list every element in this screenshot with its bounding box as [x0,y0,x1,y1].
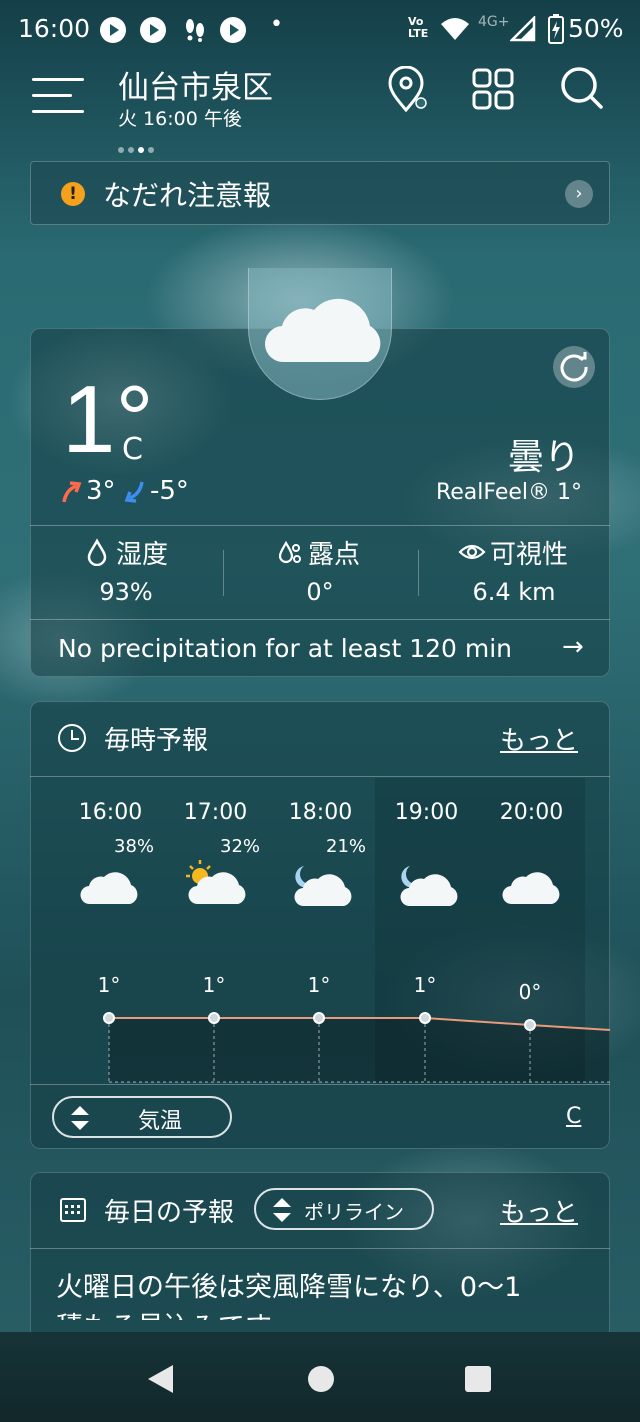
network-type: 4G+ [478,14,510,30]
footprints-icon [186,19,204,42]
chart-metric-label: 気温 [138,1109,183,1134]
humidity-icon [86,538,108,570]
low-temperature: -5° [150,476,189,506]
hour-column[interactable]: 16:00 [58,800,163,825]
hourly-more-link[interactable]: もっと [500,720,578,757]
recents-icon[interactable] [465,1366,491,1392]
dew-point-value: 0° [306,578,334,606]
precipitation-forecast-text[interactable]: No precipitation for at least 120 min [58,634,512,663]
precip-probability: 38% [114,836,155,857]
daily-forecast-title: 毎日の予報 [104,1198,235,1228]
alert-icon: ! [61,182,85,206]
search-icon[interactable] [560,66,604,110]
daily-summary-line: 火曜日の午後は突風降雪になり、0〜1 [56,1272,522,1303]
hour-time: 20:00 [499,800,564,825]
condition-text: 曇り [507,437,580,478]
hourly-forecast-title: 毎時予報 [104,726,209,756]
temperature-point [313,1012,325,1024]
more-notifications-dot: • [270,12,283,37]
visibility-label: 可視性 [490,540,569,570]
divider [30,619,610,620]
signal-icon [510,16,536,42]
refresh-icon[interactable] [553,346,595,388]
hour-column[interactable]: 17:00 [163,800,268,825]
weather-alert-banner[interactable]: ! なだれ注意報 › [30,161,610,225]
visibility-value: 6.4 km [472,578,556,606]
temperature-label: 1° [414,973,437,997]
hourly-temperature-chart: 1° 1° 1° 1° 0° [98,973,610,1083]
daily-summary-line: 積もる見込みです [56,1308,596,1320]
hour-time: 17:00 [183,800,248,825]
divider [30,1248,610,1249]
dew-point-label: 露点 [308,540,361,570]
unit-toggle-link[interactable]: C [566,1104,581,1129]
hour-column[interactable]: 19:00 [374,800,479,825]
temperature-label: 0° [519,980,542,1004]
location-pin-icon[interactable] [386,66,428,114]
divider [30,776,610,777]
cloud-icon [502,872,560,905]
hour-time: 19:00 [394,800,459,825]
grid-icon[interactable] [472,68,514,110]
realfeel-temperature: RealFeel® 1° [435,480,582,505]
hour-time: 18:00 [288,800,353,825]
precip-probability: 21% [326,836,367,857]
chevron-right-icon: › [565,180,593,208]
temperature-unit: C [122,432,143,467]
humidity-label: 湿度 [116,540,169,570]
temperature-label: 1° [98,973,121,997]
temperature-label: 1° [308,973,331,997]
high-temperature: 3° [86,476,116,506]
sort-updown-icon [71,1106,89,1130]
calendar-icon [60,1198,86,1222]
temperature-point [524,1019,536,1031]
sort-updown-icon [273,1198,291,1222]
temperature-point [208,1012,220,1024]
partly-cloudy-night-icon [400,866,458,907]
hour-time: 16:00 [78,800,143,825]
daily-more-link[interactable]: もっと [500,1192,578,1229]
temperature-point [419,1012,431,1024]
youtube-notification-icon [100,17,126,43]
hour-column[interactable]: 20:00 [479,800,584,825]
low-temp-arrow-icon [124,481,144,503]
youtube-notification-icon [140,17,166,43]
battery-charging-icon [548,14,564,44]
temperature-label: 1° [203,973,226,997]
alert-text: なだれ注意報 [103,179,272,212]
local-datetime: 火 16:00 午後 [118,108,242,130]
daily-summary-text: 火曜日の午後は突風降雪になり、0〜1 積もる見込みです [56,1268,596,1320]
humidity-value: 93% [99,578,153,606]
dew-point-icon [278,540,302,570]
menu-icon[interactable] [32,76,84,116]
cloud-icon [80,872,138,905]
status-bar: 16:00 • Vo LTE 4G+ 50% [0,0,640,60]
back-icon[interactable] [148,1365,173,1393]
high-temp-arrow-icon [62,481,82,503]
divider [30,525,610,526]
location-page-indicator [118,138,158,157]
youtube-notification-icon [220,17,246,43]
precip-probability: 32% [220,836,261,857]
divider [30,1084,610,1085]
divider [418,550,419,596]
status-time: 16:00 [18,14,91,43]
partly-sunny-icon [186,860,246,905]
volte-icon: Vo LTE [408,15,429,40]
clock-icon [58,724,86,752]
divider [223,550,224,596]
temperature-point [103,1012,115,1024]
hour-column[interactable]: 18:00 [268,800,373,825]
home-icon[interactable] [308,1366,334,1392]
location-name[interactable]: 仙台市泉区 [118,62,273,107]
battery-level: 50% [568,14,624,43]
arrow-right-icon[interactable]: → [562,632,584,662]
eye-icon [458,542,486,566]
daily-view-label: ポリライン [304,1200,404,1224]
partly-cloudy-night-icon [294,866,352,907]
wifi-icon [441,18,469,40]
cloud-icon [264,298,381,363]
